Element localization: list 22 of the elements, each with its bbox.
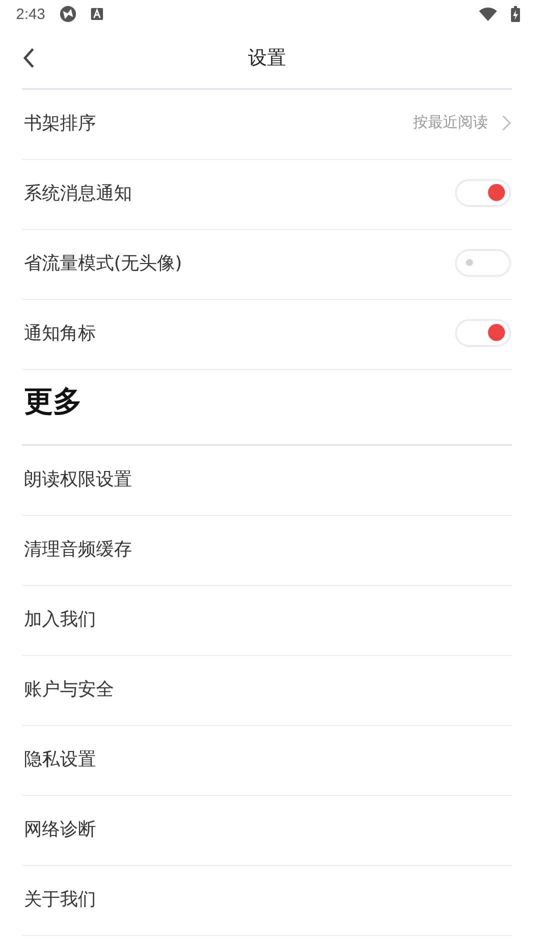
- section-heading: 更多: [24, 383, 82, 420]
- toggle-switch[interactable]: [455, 178, 511, 206]
- wifi-icon: [479, 7, 497, 21]
- menu-item[interactable]: 关于我们: [24, 886, 96, 910]
- page-title: 设置: [248, 46, 286, 71]
- toggle-switch[interactable]: [455, 318, 511, 346]
- back-button[interactable]: [22, 46, 36, 70]
- chevron-icon: [502, 114, 511, 130]
- setting-label: 系统消息通知: [24, 182, 132, 204]
- menu-item[interactable]: 账户与安全: [24, 676, 114, 700]
- battery-icon: [511, 6, 520, 22]
- menu-item[interactable]: 加入我们: [24, 606, 96, 630]
- keyboard-icon: [91, 8, 104, 20]
- menu-item[interactable]: 网络诊断: [24, 816, 96, 840]
- setting-label: 通知角标: [24, 322, 96, 344]
- setting-label: 省流量模式(无头像): [24, 252, 182, 274]
- menu-item[interactable]: 隐私设置: [24, 746, 96, 770]
- setting-label: 书架排序: [24, 112, 96, 134]
- status-time: 2:43: [16, 6, 46, 22]
- menu-item[interactable]: 朗读权限设置: [24, 466, 132, 490]
- toggle-switch[interactable]: [455, 248, 511, 276]
- menu-item[interactable]: 清理音频缓存: [24, 536, 132, 560]
